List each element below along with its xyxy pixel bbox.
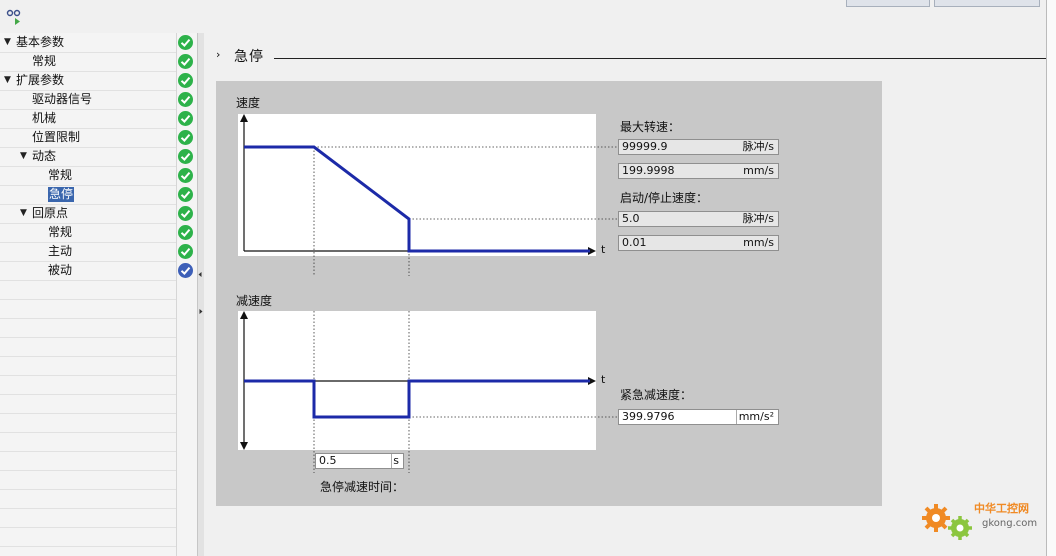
start-stop-pulse-field: 5.0 脉冲/s [618,211,779,227]
expand-toggle-icon[interactable]: ▼ [20,147,27,166]
tree-item-label: 驱动器信号 [32,92,93,106]
status-ok-icon [178,225,193,240]
start-stop-mm-field: 0.01 mm/s [618,235,779,251]
status-ok-icon [178,73,193,88]
tree-item-label: 扩展参数 [16,73,65,87]
right-side-strip [1046,0,1056,556]
speed-axis-t-label: t [601,243,606,256]
tree-empty-row [0,375,176,395]
section-chevron-icon[interactable]: › [216,48,220,61]
tree-empty-row [0,356,176,376]
expand-toggle-icon[interactable]: ▼ [4,71,11,90]
status-ok-icon [178,54,193,69]
tree-empty-row [0,413,176,433]
expand-toggle-icon[interactable]: ▼ [4,33,11,52]
max-speed-label: 最大转速： [620,120,681,134]
tree-row[interactable]: 常规 [0,52,176,72]
tree-item-label: 急停 [48,187,75,202]
tree-item-label: 机械 [32,111,57,125]
tree-row[interactable]: ▼ 基本参数 [0,33,176,53]
tree-item-label: 常规 [48,225,73,239]
tree-empty-row [0,280,176,300]
tree-item-label: 位置限制 [32,130,81,144]
tree-row[interactable]: 被动 [0,261,176,281]
tree-empty-row [0,489,176,509]
status-ok-icon [178,168,193,183]
start-stop-speed-label: 启动/停止速度： [620,191,709,205]
speed-chart-title: 速度 [236,96,261,110]
tree-item-label: 动态 [32,149,57,163]
emergency-decel-label: 紧急减速度： [620,388,693,402]
tree-empty-row [0,451,176,471]
emergency-stop-diagram [238,114,620,473]
top-tab-left[interactable] [846,0,930,7]
tree-empty-row [0,394,176,414]
status-ok-icon [178,187,193,202]
tree-row[interactable]: 位置限制 [0,128,176,148]
tree-item-label: 常规 [32,54,57,68]
tree-row[interactable]: ▼ 回原点 [0,204,176,224]
tree-item-label: 被动 [48,263,73,277]
status-ok-icon [178,35,193,50]
watermark-brand: 中华工控网 [974,502,1029,515]
max-speed-mm-field: 199.9998 mm/s [618,163,779,179]
tree-empty-row [0,527,176,547]
tree-row[interactable]: 常规 [0,166,176,186]
tree-row[interactable]: ▼ 扩展参数 [0,71,176,91]
expand-toggle-icon[interactable]: ▼ [20,204,27,223]
status-ok-icon [178,149,193,164]
max-speed-pulse-field: 99999.9 脉冲/s [618,139,779,155]
view-toggle-icon[interactable] [4,8,24,26]
status-info-icon [178,263,193,278]
tree-empty-row [0,508,176,528]
emergency-decel-input[interactable]: 399.9796 mm/s² [618,409,779,425]
status-ok-icon [178,206,193,221]
decel-axis-t-label: t [601,373,606,386]
top-tab-right[interactable] [934,0,1040,7]
tree-item-label: 常规 [48,168,73,182]
top-toolbar [0,0,1046,34]
tree-row[interactable]: 常规 [0,223,176,243]
tree-row[interactable]: 机械 [0,109,176,129]
tree-row[interactable]: 急停 [0,185,176,205]
tree-item-label: 主动 [48,244,73,258]
tree-item-label: 回原点 [32,206,69,220]
speed-chart-area [238,114,596,256]
stop-time-label: 急停减速时间： [320,480,405,494]
gear-logo-icon [922,504,972,540]
tree-empty-row [0,470,176,490]
navigation-tree: ▼ 基本参数 常规 ▼ 扩展参数 驱动器信号 机械 位置限制 ▼ 动态 常规 急停 ▼ 回原点 常规 主动 被动 [0,33,176,556]
tree-empty-row [0,299,176,319]
decel-chart-title: 减速度 [236,294,273,308]
watermark-site: gkong.com [982,518,1038,529]
tree-row[interactable]: 驱动器信号 [0,90,176,110]
stop-time-input[interactable]: 0.5 s [315,453,404,469]
tree-empty-row [0,432,176,452]
tree-item-label: 基本参数 [16,35,65,49]
section-divider [274,58,1046,59]
status-ok-icon [178,111,193,126]
status-ok-icon [178,244,193,259]
tree-empty-row [0,337,176,357]
tree-row[interactable]: 主动 [0,242,176,262]
watermark-logo: 中华工控网 gkong.com [918,498,1048,548]
status-ok-icon [178,92,193,107]
status-ok-icon [178,130,193,145]
tree-empty-row [0,318,176,338]
tree-row[interactable]: ▼ 动态 [0,147,176,167]
section-title: 急停 [234,49,264,65]
